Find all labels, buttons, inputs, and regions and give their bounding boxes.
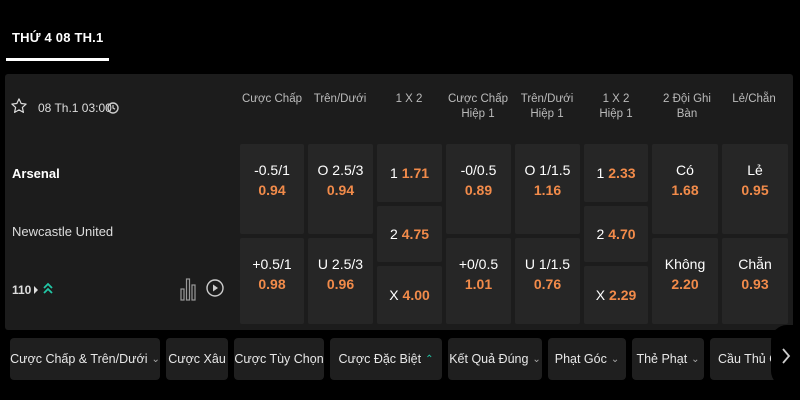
odd-cell-1x2-home[interactable]: 1 1.71: [377, 144, 442, 202]
col-head-1x2-h1: 1 X 2 Hiệp 1: [599, 93, 633, 120]
tab-corners[interactable]: Phạt Góc ⌄: [548, 338, 626, 380]
chevron-down-icon: ⌄: [151, 353, 160, 365]
odd-cell-even[interactable]: Chẵn 0.93: [722, 238, 788, 324]
tab-goalscorer[interactable]: Cầu Thủ Ghi: [710, 338, 778, 380]
stats-icon[interactable]: [180, 277, 196, 301]
home-team-name[interactable]: Arsenal: [12, 166, 60, 181]
col-head-handicap-h1: Cược Chấp Hiệp 1: [448, 93, 508, 120]
odd-cell-1x2-draw[interactable]: X 4.00: [377, 266, 442, 324]
odd-cell-1x2-h1-away[interactable]: 2 4.70: [584, 206, 648, 262]
col-head-both-score: 2 Đội Ghi Bàn: [663, 93, 711, 120]
odd-cell-handicap-h1-away[interactable]: +0/0.5 1.01: [446, 238, 511, 324]
double-chevron-up-icon[interactable]: [42, 281, 54, 295]
date-header: THỨ 4 08 TH.1: [0, 0, 800, 68]
away-team-name[interactable]: Newcastle United: [12, 224, 113, 239]
match-time: 08 Th.1 03:00: [38, 101, 112, 115]
col-head-handicap: Cược Chấp: [242, 93, 302, 105]
chevron-right-icon: [781, 348, 790, 364]
live-stream-play-icon[interactable]: [206, 279, 224, 297]
odd-cell-over[interactable]: O 2.5/3 0.94: [308, 144, 373, 234]
date-title: THỨ 4 08 TH.1: [12, 30, 104, 45]
double-chevron-up-icon: ⌃: [425, 353, 434, 365]
tabs-scroll-right-button[interactable]: [771, 325, 800, 387]
col-head-over-under-h1: Trên/Dưới Hiệp 1: [520, 93, 574, 120]
col-head-odd-even: Lẻ/Chẵn: [732, 93, 776, 105]
tab-cards[interactable]: Thẻ Phạt ⌄: [632, 338, 704, 380]
chevron-down-icon: ⌄: [691, 353, 700, 365]
odd-cell-odd[interactable]: Lẻ 0.95: [722, 144, 788, 234]
odd-cell-1x2-h1-draw[interactable]: X 2.29: [584, 266, 648, 324]
tab-correct-score[interactable]: Kết Quả Đúng ⌄: [448, 338, 542, 380]
tab-handicap-over-under[interactable]: Cược Chấp & Trên/Dưới ⌄: [10, 338, 160, 380]
caret-right-icon[interactable]: [33, 285, 39, 295]
tab-parlay[interactable]: Cược Xâu: [166, 338, 228, 380]
odd-cell-handicap-away[interactable]: +0.5/1 0.98: [240, 238, 304, 324]
chevron-down-icon: ⌄: [610, 353, 620, 365]
col-head-over-under: Trên/Dưới: [313, 93, 367, 105]
tab-special-bet[interactable]: Cược Đặc Biệt ⌃: [330, 338, 442, 380]
odd-cell-both-score-no[interactable]: Không 2.20: [652, 238, 718, 324]
odd-cell-handicap-home[interactable]: -0.5/1 0.94: [240, 144, 304, 234]
odd-cell-under[interactable]: U 2.5/3 0.96: [308, 238, 373, 324]
col-head-1x2: 1 X 2: [395, 93, 423, 105]
odd-cell-over-h1[interactable]: O 1/1.5 1.16: [515, 144, 580, 234]
odd-cell-both-score-yes[interactable]: Có 1.68: [652, 144, 718, 234]
more-markets-count[interactable]: 110: [12, 283, 31, 297]
star-icon[interactable]: [10, 97, 28, 115]
odd-cell-handicap-h1-home[interactable]: -0/0.5 0.89: [446, 144, 511, 234]
odd-cell-under-h1[interactable]: U 1/1.5 0.76: [515, 238, 580, 324]
odd-cell-1x2-away[interactable]: 2 4.75: [377, 206, 442, 262]
odd-cell-1x2-h1-home[interactable]: 1 2.33: [584, 144, 648, 202]
date-underline: [6, 58, 109, 61]
chevron-down-icon: ⌄: [532, 353, 541, 365]
clock-icon: [107, 102, 119, 114]
tab-custom-bet[interactable]: Cược Tùy Chọn: [234, 338, 324, 380]
